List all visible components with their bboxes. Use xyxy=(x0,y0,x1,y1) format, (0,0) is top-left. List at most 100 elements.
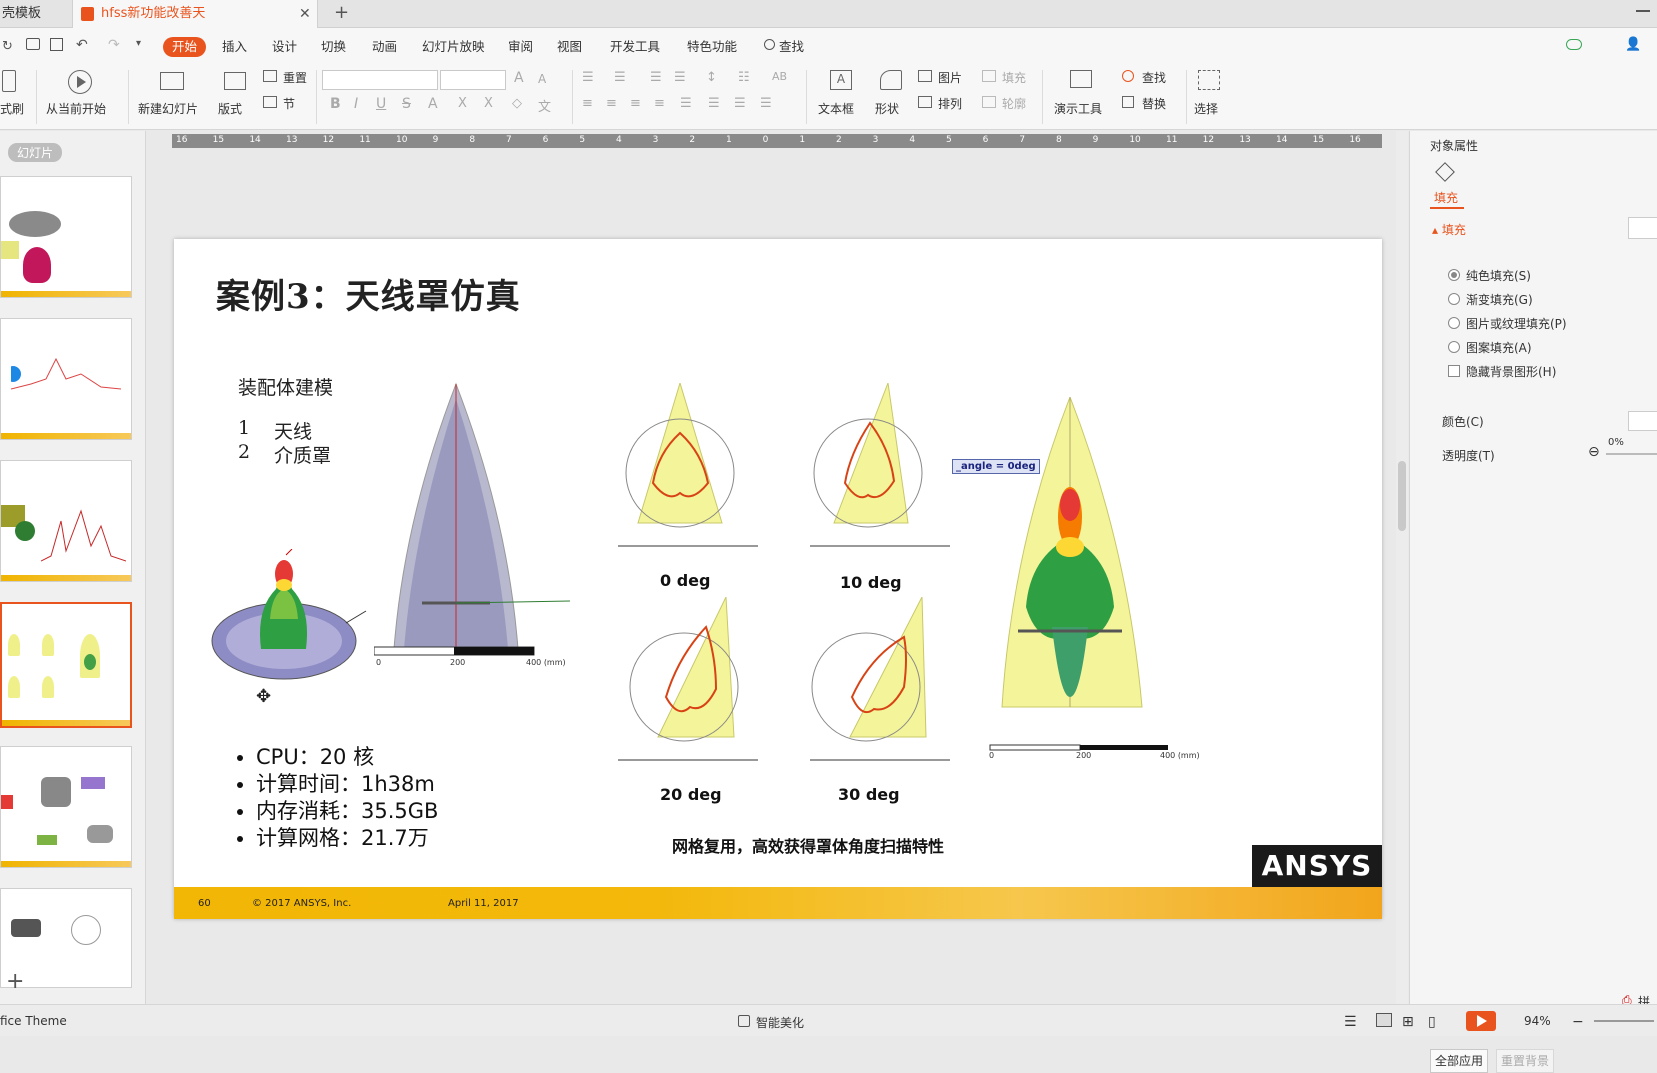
zoom-out-icon[interactable]: − xyxy=(1572,1014,1584,1030)
columns-icon[interactable]: ☰ xyxy=(708,96,720,111)
radome-cross-section-image[interactable] xyxy=(374,379,574,679)
slide-sorter-icon[interactable]: ⊞ xyxy=(1402,1014,1414,1030)
superscript-icon[interactable]: X xyxy=(458,96,467,111)
replace-icon[interactable] xyxy=(1122,96,1134,108)
line-spacing-icon[interactable]: ☷ xyxy=(738,70,750,85)
slides-header[interactable]: 幻灯片 xyxy=(8,143,63,162)
play-from-current-button[interactable]: 从当前开始 xyxy=(46,100,106,117)
stats-list[interactable]: CPU：20 核 计算时间：1h38m 内存消耗：35.5GB 计算网格：21.… xyxy=(256,744,438,852)
redo-disabled-icon[interactable]: ↷ xyxy=(108,37,120,53)
menu-animations[interactable]: 动画 xyxy=(372,37,397,57)
slide-thumbnail[interactable] xyxy=(0,746,132,868)
assembly-title[interactable]: 装配体建模 xyxy=(238,373,333,400)
large-pattern-image[interactable] xyxy=(992,397,1172,737)
menu-slideshow[interactable]: 幻灯片放映 xyxy=(422,37,485,57)
option-solid-fill[interactable]: 纯色填充(S) xyxy=(1466,267,1531,284)
vertical-scrollbar[interactable] xyxy=(1396,131,1408,1004)
outline-icon[interactable] xyxy=(982,96,996,108)
indent-increase-icon[interactable]: ☰ xyxy=(674,70,686,85)
format-brush-label[interactable]: 式刷 xyxy=(0,100,24,117)
collaborate-icon[interactable]: 👤 xyxy=(1625,37,1641,52)
slide-thumbnail[interactable] xyxy=(0,176,132,298)
pattern-30deg-image[interactable] xyxy=(800,597,950,767)
radio-pattern-fill[interactable] xyxy=(1448,341,1460,353)
layout-icon[interactable] xyxy=(224,72,246,90)
option-picture-fill[interactable]: 图片或纹理填充(P) xyxy=(1466,315,1567,332)
numbered-list-icon[interactable]: ☰ xyxy=(614,70,626,85)
find-icon[interactable] xyxy=(1122,70,1134,82)
eraser-icon[interactable]: ◇ xyxy=(512,96,522,111)
textbox-button[interactable]: 文本框 xyxy=(818,100,854,117)
ansys-logo[interactable]: ANSYS xyxy=(1252,845,1382,887)
slide-thumbnail[interactable] xyxy=(0,460,132,582)
slide[interactable]: 案例3：天线罩仿真 装配体建模 1 天线 2 介质罩 0 200 400 (mm… xyxy=(174,239,1382,919)
presentation-tools-button[interactable]: 演示工具 xyxy=(1054,100,1102,117)
new-slide-icon[interactable] xyxy=(160,72,184,90)
paragraph-icon[interactable]: ☰ xyxy=(734,96,746,111)
undo-icon[interactable]: ↶ xyxy=(76,37,88,53)
picture-button[interactable]: 图片 xyxy=(938,69,962,86)
tab-template[interactable]: 壳模板 xyxy=(0,0,68,28)
picture-icon[interactable] xyxy=(918,70,932,82)
section-icon[interactable] xyxy=(263,96,277,108)
new-tab-plus-icon[interactable]: + xyxy=(334,2,349,23)
notes-icon[interactable]: ☰ xyxy=(1344,1014,1357,1030)
print-icon[interactable] xyxy=(26,38,40,50)
menu-developer[interactable]: 开发工具 xyxy=(610,37,660,57)
plus-icon[interactable]: + xyxy=(6,969,24,994)
fill-button[interactable]: 填充 xyxy=(1002,69,1026,86)
minus-icon[interactable]: ⊖ xyxy=(1588,444,1600,460)
slide-title[interactable]: 案例3：天线罩仿真 xyxy=(216,269,521,318)
reset-button[interactable]: 重置 xyxy=(283,69,307,86)
font-color-icon[interactable]: A xyxy=(428,96,438,112)
bold-icon[interactable]: B xyxy=(330,96,341,112)
theme-name[interactable]: fice Theme xyxy=(0,1014,67,1028)
justify-icon[interactable]: ≡ xyxy=(654,96,665,111)
slide-thumbnail-selected[interactable] xyxy=(0,602,132,728)
select-button[interactable]: 选择 xyxy=(1194,100,1218,117)
arrange-icon[interactable] xyxy=(918,96,932,108)
slide-thumbnail[interactable] xyxy=(0,318,132,440)
zoom-slider[interactable] xyxy=(1594,1020,1654,1022)
menu-special[interactable]: 特色功能 xyxy=(687,37,737,57)
menu-insert[interactable]: 插入 xyxy=(222,37,247,57)
distribute-icon[interactable]: ☰ xyxy=(680,96,692,111)
angle-label[interactable]: 0 deg xyxy=(660,571,710,590)
smart-beautify-icon[interactable] xyxy=(738,1015,750,1027)
normal-view-icon[interactable] xyxy=(1376,1013,1392,1027)
reset-icon[interactable] xyxy=(263,70,277,82)
align-left-icon[interactable]: ≡ xyxy=(582,96,593,111)
shape-button[interactable]: 形状 xyxy=(875,100,899,117)
fill-icon[interactable] xyxy=(982,70,996,82)
antenna-3d-image[interactable] xyxy=(206,549,376,694)
zoom-level[interactable]: 94% xyxy=(1524,1014,1551,1028)
tab-fill[interactable]: 填充 xyxy=(1434,189,1458,206)
sort-icon[interactable]: ↕ xyxy=(706,70,717,85)
option-pattern-fill[interactable]: 图案填充(A) xyxy=(1466,339,1532,356)
cloud-sync-icon[interactable] xyxy=(1566,39,1582,50)
presentation-tools-icon[interactable] xyxy=(1070,70,1092,88)
char-spacing-icon[interactable]: 文 xyxy=(538,96,551,115)
caption[interactable]: 网格复用，高效获得罩体角度扫描特性 xyxy=(672,833,944,857)
fill-bucket-icon[interactable] xyxy=(1435,162,1455,182)
shape-icon[interactable] xyxy=(880,70,902,90)
font-size-select[interactable] xyxy=(440,70,506,90)
indent-decrease-icon[interactable]: ☰ xyxy=(650,70,662,85)
textbox-icon[interactable]: A xyxy=(830,70,852,90)
text-direction-icon[interactable]: AB xyxy=(772,70,787,83)
quick-access-dropdown-icon[interactable]: ▾ xyxy=(136,38,141,49)
font-family-select[interactable] xyxy=(322,70,438,90)
close-icon[interactable]: ✕ xyxy=(299,0,311,28)
apply-all-button[interactable]: 全部应用 xyxy=(1430,1049,1488,1073)
color-picker[interactable] xyxy=(1628,411,1657,431)
print-preview-icon[interactable] xyxy=(50,38,63,51)
align-center-icon[interactable]: ≡ xyxy=(606,96,617,111)
menu-design[interactable]: 设计 xyxy=(272,37,297,57)
replace-button[interactable]: 替换 xyxy=(1142,95,1166,112)
subscript-icon[interactable]: X xyxy=(484,96,493,111)
bullet-list-icon[interactable]: ☰ xyxy=(582,70,594,85)
strikethrough-icon[interactable]: S xyxy=(402,96,411,112)
option-gradient-fill[interactable]: 渐变填充(G) xyxy=(1466,291,1533,308)
section-button[interactable]: 节 xyxy=(283,95,295,112)
fill-section-header[interactable]: ▴ 填充 xyxy=(1432,221,1466,238)
